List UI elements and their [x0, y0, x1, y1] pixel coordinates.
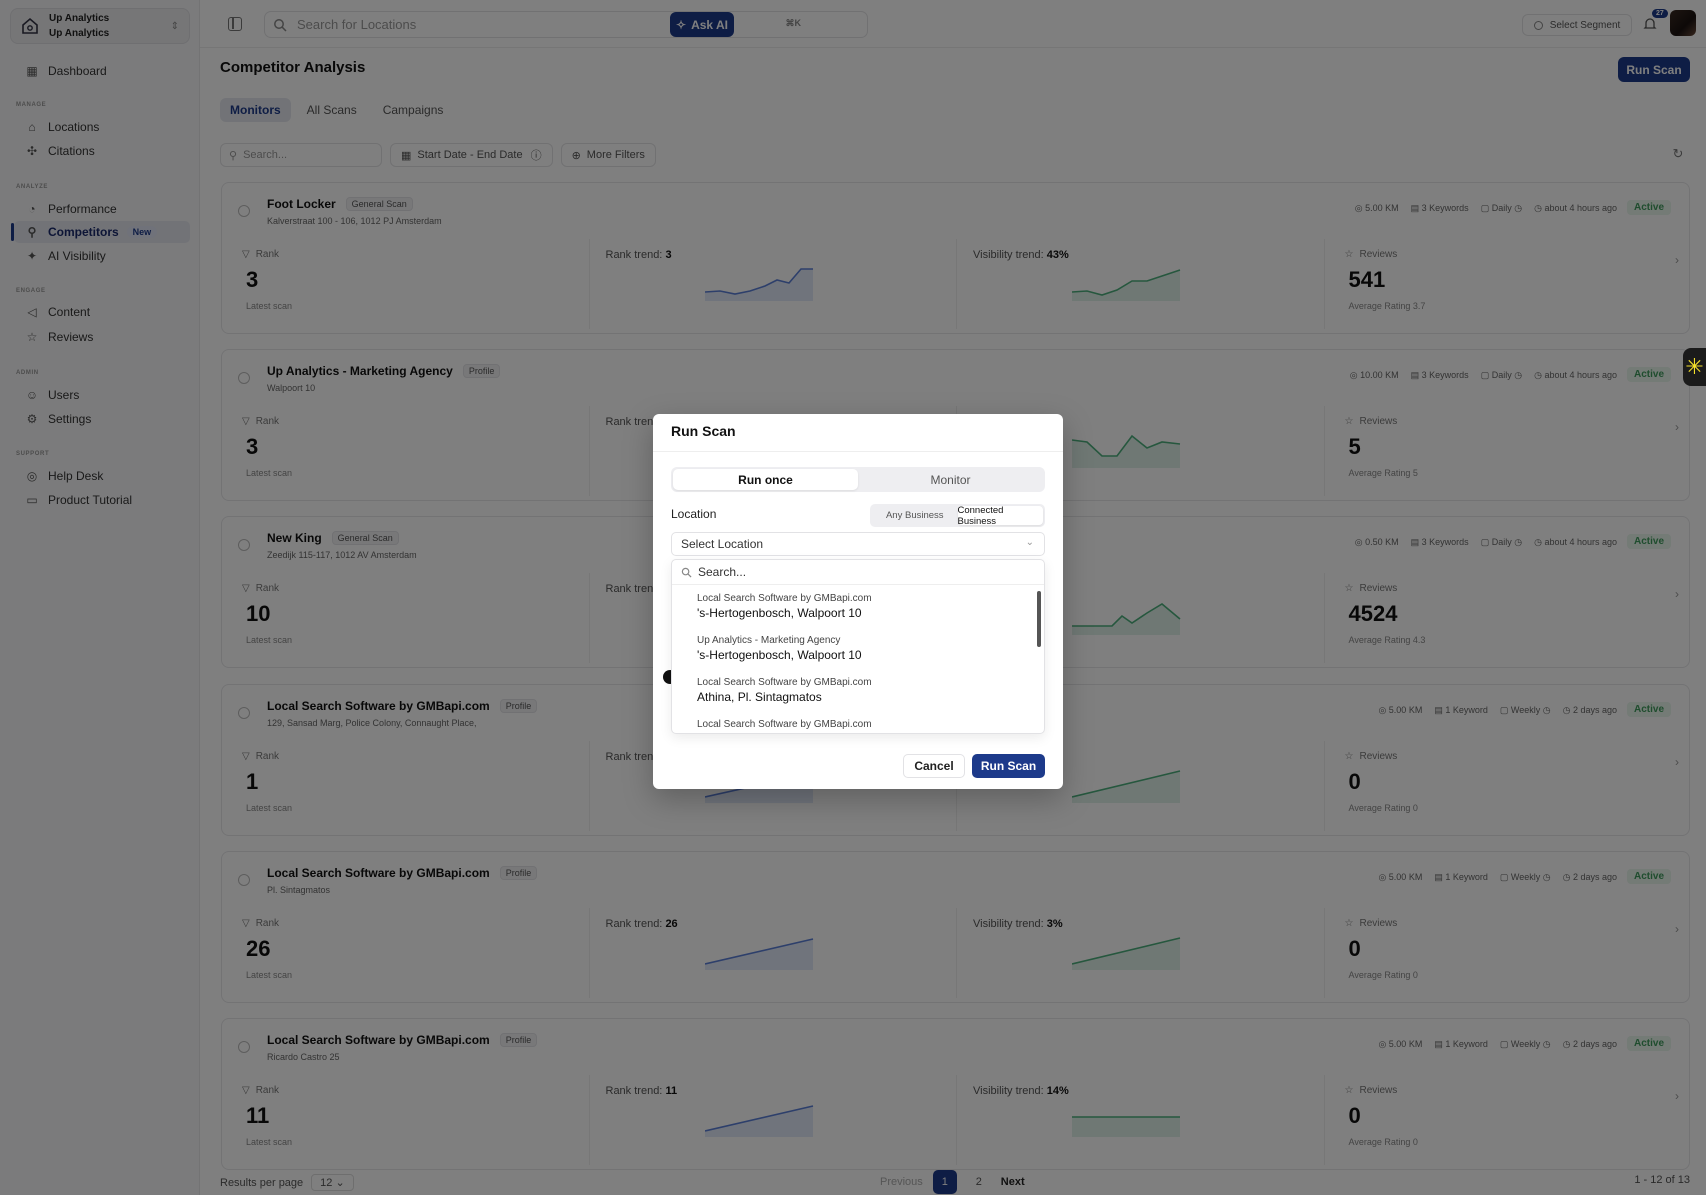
divider [653, 451, 1063, 452]
search-placeholder: Search... [698, 565, 747, 579]
option-business-name: Local Search Software by GMBapi.com [697, 592, 872, 604]
select-placeholder: Select Location [681, 537, 764, 551]
option-business-name: Local Search Software by GMBapi.com [697, 718, 872, 730]
run-scan-dialog: Run Scan Run once Monitor Location Any B… [653, 414, 1063, 789]
location-select[interactable]: Select Location ⌄ [671, 532, 1045, 556]
location-options: Local Search Software by GMBapi.com's-He… [672, 585, 1044, 734]
location-label: Location [671, 507, 717, 521]
any-business-option[interactable]: Any Business [872, 506, 958, 525]
location-option[interactable]: Local Search Software by GMBapi.comDelhi… [672, 711, 1044, 734]
search-icon [681, 567, 692, 578]
location-search-input[interactable]: Search... [672, 560, 1044, 585]
run-once-option[interactable]: Run once [673, 469, 858, 490]
run-scan-submit-button[interactable]: Run Scan [972, 754, 1045, 778]
location-option[interactable]: Up Analytics - Marketing Agency's-Hertog… [672, 627, 1044, 669]
chevron-down-icon: ⌄ [1025, 537, 1034, 548]
option-address: Athina, Pl. Sintagmatos [697, 689, 822, 704]
option-address: Delhi, 129, Sansad Marg, Police Colony, … [697, 731, 1044, 734]
option-business-name: Local Search Software by GMBapi.com [697, 676, 872, 688]
location-dropdown: Search... Local Search Software by GMBap… [671, 559, 1045, 734]
option-business-name: Up Analytics - Marketing Agency [697, 634, 841, 646]
assistant-widget-icon[interactable]: ✳ [1683, 348, 1706, 386]
cancel-button[interactable]: Cancel [903, 754, 965, 778]
location-option[interactable]: Local Search Software by GMBapi.com Athin… [672, 669, 1044, 711]
dialog-title: Run Scan [671, 423, 736, 439]
connected-business-option[interactable]: Connected Business [957, 505, 1043, 527]
location-option[interactable]: Local Search Software by GMBapi.com's-He… [672, 585, 1044, 627]
scan-mode-toggle: Run once Monitor [671, 467, 1045, 492]
business-type-toggle: Any Business Connected Business [870, 504, 1045, 527]
option-address: 's-Hertogenbosch, Walpoort 10 [697, 647, 862, 662]
scrollbar[interactable] [1037, 591, 1041, 647]
monitor-option[interactable]: Monitor [858, 469, 1043, 490]
option-address: 's-Hertogenbosch, Walpoort 10 [697, 605, 862, 620]
